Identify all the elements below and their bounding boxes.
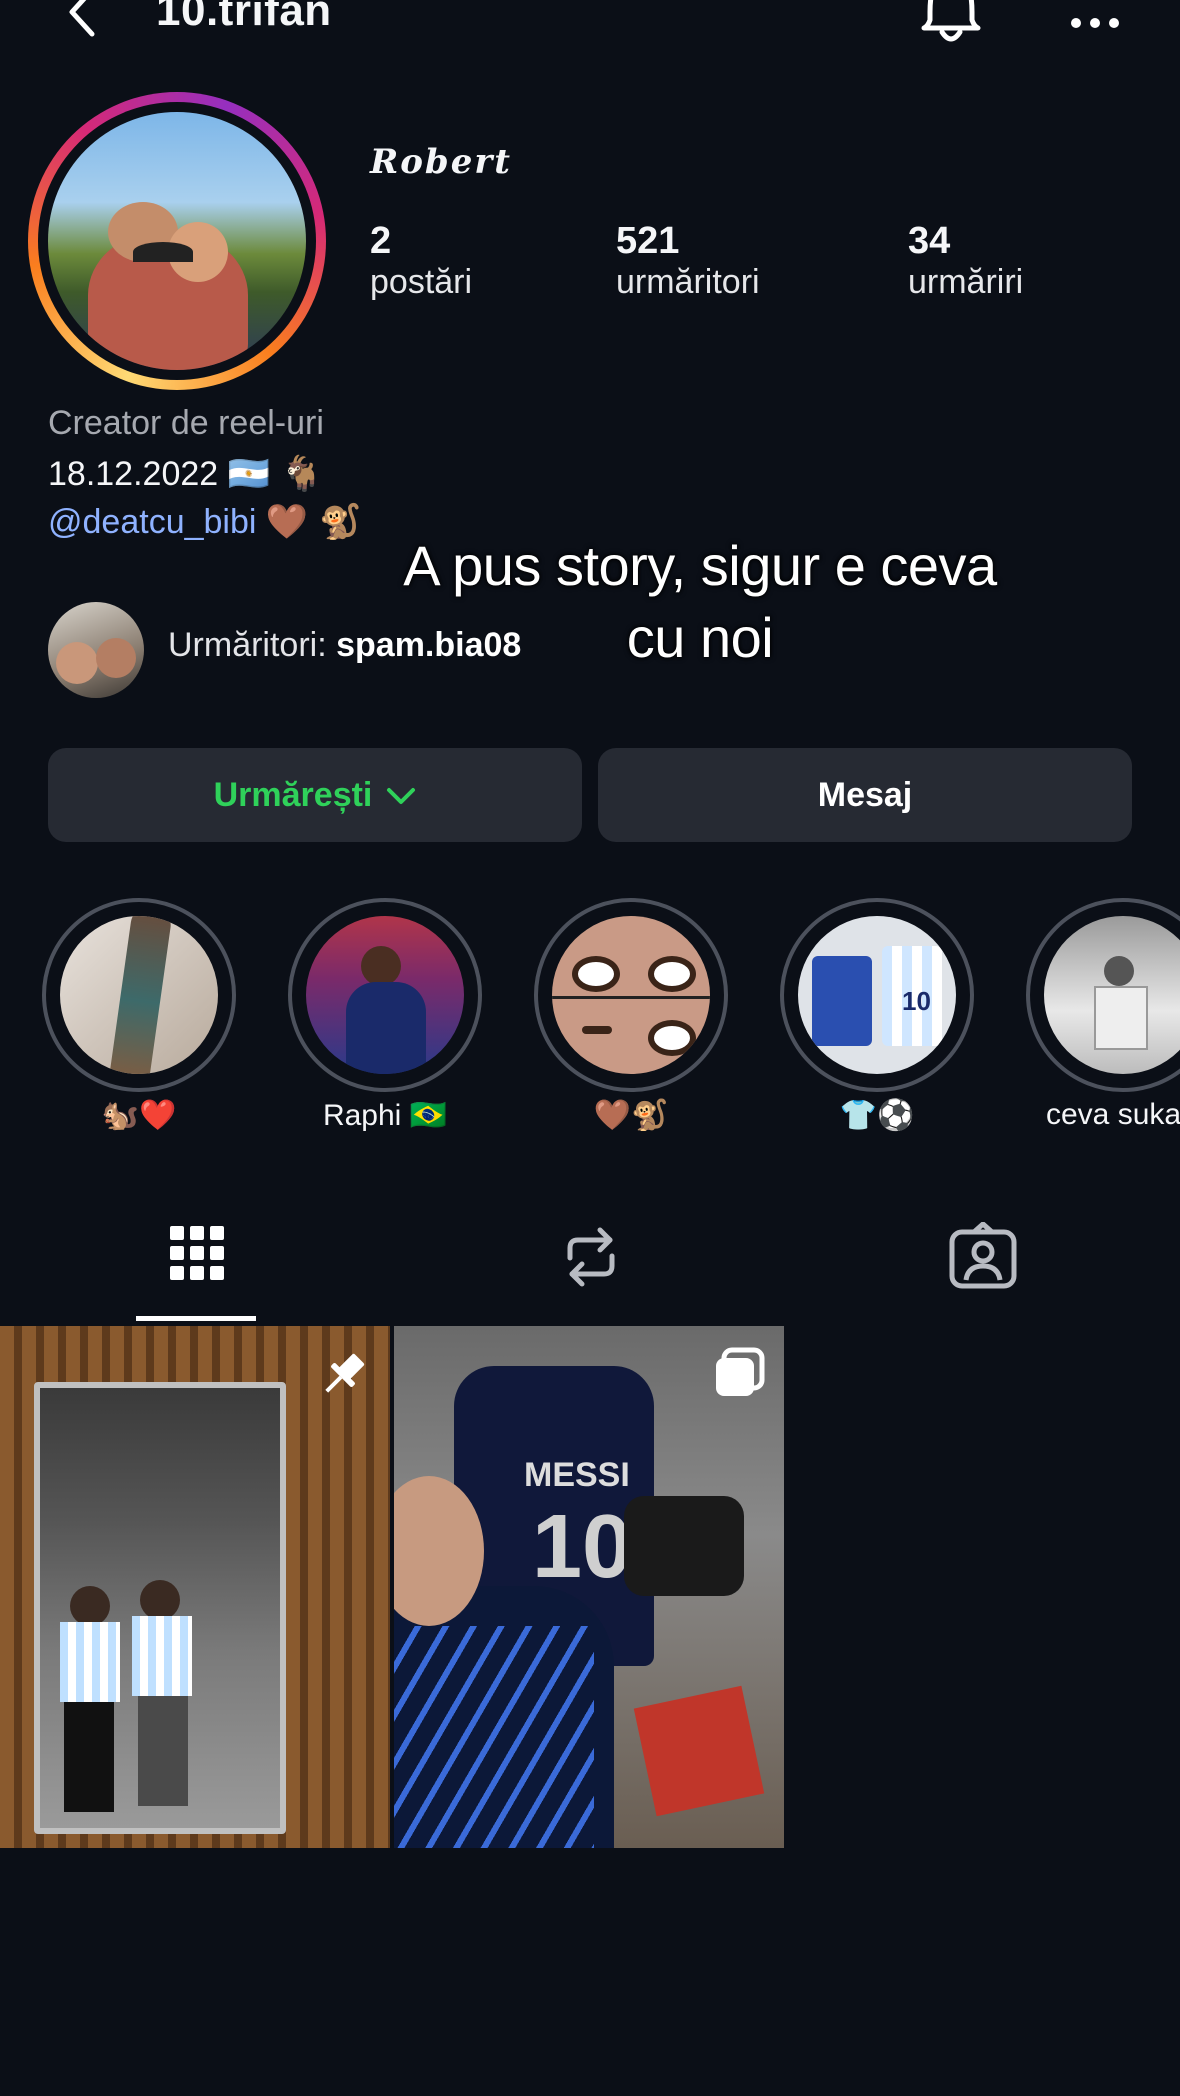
followed-by-user: spam.bia08 (336, 626, 522, 664)
followed-by-avatar[interactable] (48, 602, 144, 698)
tagged-person-icon[interactable] (948, 1221, 1018, 1292)
bio-category: Creator de reel-uri (48, 404, 324, 442)
overlay-line-1: A pus story, sigur e ceva (403, 534, 997, 597)
bio-date-emoji: 🇦🇷 🐐 (227, 454, 324, 494)
display-name: Robert (370, 142, 512, 182)
highlight-3[interactable] (534, 898, 728, 1092)
stat-following[interactable]: 34 urmăriri (908, 220, 1023, 302)
bell-icon[interactable] (918, 0, 984, 52)
highlight-1[interactable] (42, 898, 236, 1092)
highlight-4[interactable]: 10 (780, 898, 974, 1092)
stat-posts-label: postări (370, 263, 473, 301)
pin-icon (316, 1348, 370, 1407)
stat-following-value: 34 (908, 220, 951, 262)
highlight-3-label: 🤎🐒 (593, 1099, 669, 1132)
chevron-down-icon (386, 776, 416, 815)
stat-following-label: urmăriri (908, 263, 1024, 301)
grid-icon[interactable] (162, 1222, 232, 1292)
highlight-1-label: 🐿️❤️ (101, 1099, 177, 1132)
highlight-2[interactable] (288, 898, 482, 1092)
stat-posts[interactable]: 2 postări (370, 220, 472, 302)
bio-mention-link[interactable]: @deatcu_bibi (48, 503, 256, 541)
post-thumbnail-2[interactable]: MESSI 10 (394, 1326, 784, 1848)
followed-by-text[interactable]: Urmăritori: spam.bia08 (168, 626, 521, 665)
stat-posts-value: 2 (370, 220, 392, 262)
active-tab-indicator (136, 1316, 256, 1321)
highlight-4-label: 👕⚽ (839, 1099, 915, 1132)
post-thumbnail-1[interactable] (0, 1326, 390, 1848)
following-label: Urmărești (213, 775, 373, 814)
stat-followers-value: 521 (616, 220, 680, 262)
highlight-2-label: Raphi 🇧🇷 (322, 1099, 448, 1132)
repost-icon[interactable] (556, 1222, 626, 1292)
avatar-photo (48, 112, 306, 370)
profile-avatar[interactable] (28, 92, 326, 390)
followed-by-prefix: Urmăritori: (168, 626, 337, 664)
multiple-images-icon (712, 1346, 766, 1405)
bio-date-line: 18.12.2022 🇦🇷 🐐 (48, 454, 323, 494)
highlight-5-label: ceva suka (1046, 1098, 1180, 1131)
highlight-5[interactable] (1026, 898, 1180, 1092)
bio-date: 18.12.2022 (48, 455, 219, 493)
following-button[interactable]: Urmărești (48, 748, 582, 842)
back-chevron-icon[interactable] (58, 0, 102, 44)
more-dots-icon[interactable] (1070, 6, 1120, 29)
message-label: Mesaj (817, 775, 913, 814)
profile-username: 10.trifan (156, 0, 332, 35)
stat-followers-label: urmăritori (616, 263, 760, 301)
stat-followers[interactable]: 521 urmăritori (616, 220, 760, 302)
message-button[interactable]: Mesaj (598, 748, 1132, 842)
